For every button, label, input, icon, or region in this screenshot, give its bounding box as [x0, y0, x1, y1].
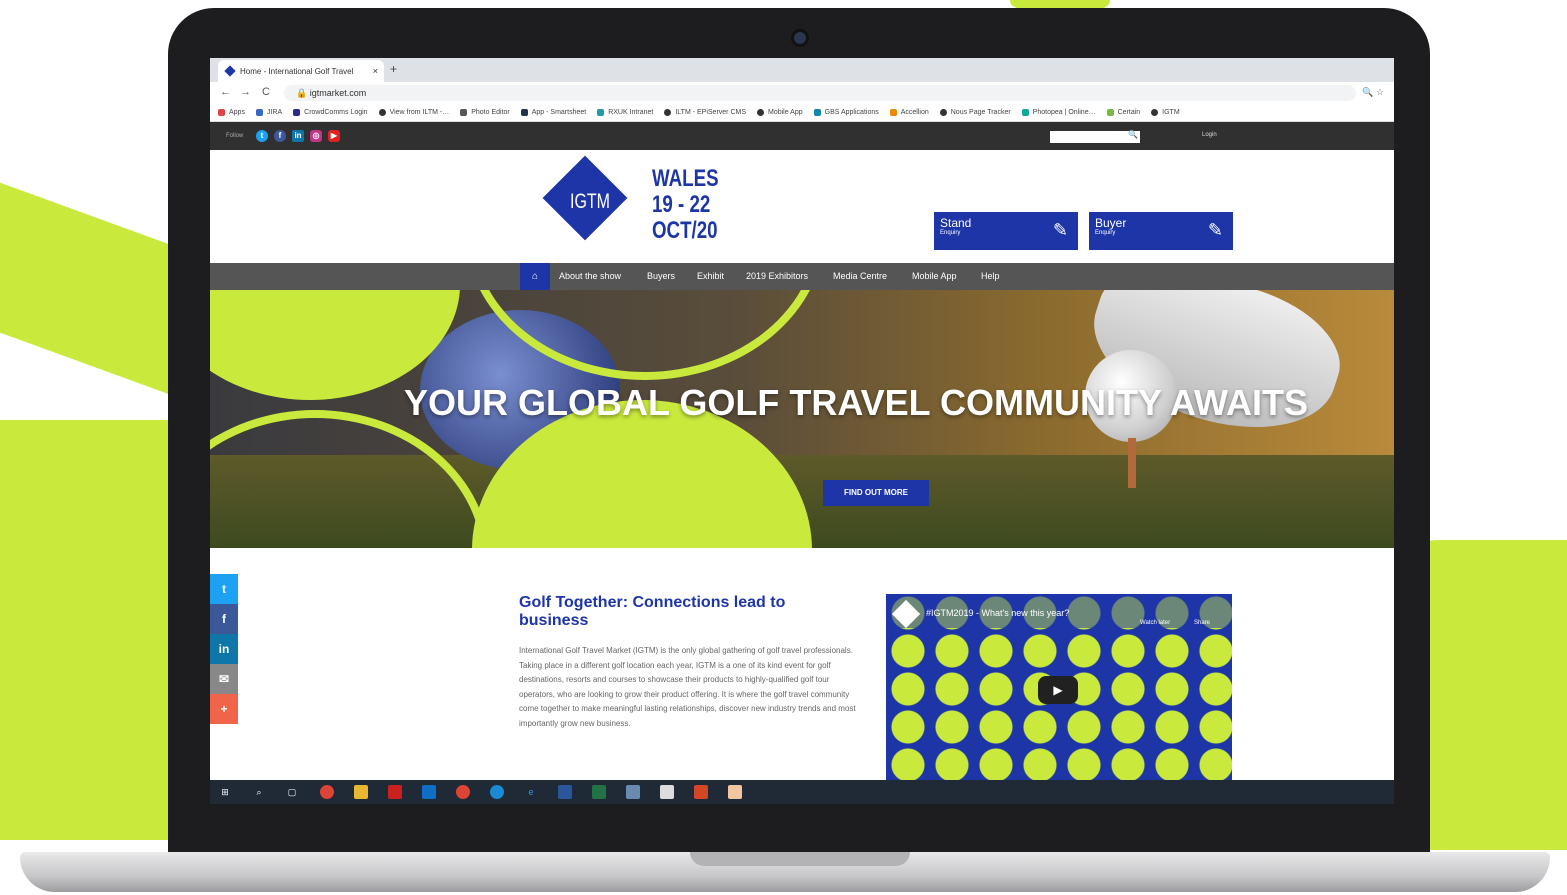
- nav-buyers[interactable]: Buyers: [647, 271, 675, 281]
- app-icon[interactable]: [728, 785, 742, 799]
- screen: Home - International Golf Travel × + ← →…: [210, 58, 1394, 804]
- nav-exhibit[interactable]: Exhibit: [697, 271, 724, 281]
- video-title[interactable]: #IGTM2019 - What's new this year?: [926, 608, 1069, 618]
- windows-taskbar: ⊞ ⌕ ▢ e: [210, 780, 1394, 804]
- facebook-icon[interactable]: f: [274, 130, 286, 142]
- bookmark-item[interactable]: IGTM: [1151, 109, 1180, 116]
- hero-headline: YOUR GLOBAL GOLF TRAVEL COMMUNITY AWAITS: [404, 382, 1309, 423]
- edit-icon: ✎: [1207, 220, 1223, 240]
- share-email-icon[interactable]: ✉: [210, 664, 238, 694]
- hero-banner: YOUR GLOBAL GOLF TRAVEL COMMUNITY AWAITS…: [210, 290, 1394, 548]
- bookmark-item[interactable]: Accellion: [889, 109, 929, 116]
- reload-button[interactable]: C: [262, 86, 270, 98]
- bookmark-item[interactable]: Mobile App: [757, 109, 803, 116]
- bookmark-item[interactable]: Certain: [1106, 109, 1140, 116]
- buyer-enquiry-button[interactable]: Buyer Enquiry ✎: [1089, 212, 1233, 250]
- search-icon[interactable]: 🔍: [1128, 130, 1138, 139]
- bookmark-item[interactable]: Photo Editor: [460, 109, 510, 116]
- site-search-input[interactable]: [1050, 131, 1140, 143]
- nav-mobile-app[interactable]: Mobile App: [912, 271, 957, 281]
- paint-icon[interactable]: [456, 785, 470, 799]
- nav-help[interactable]: Help: [981, 271, 1000, 281]
- bookmark-item[interactable]: Apps: [218, 109, 245, 116]
- share-sidebar: t f in ✉ +: [210, 574, 238, 724]
- main-nav: ⌂ About the show Buyers Exhibit 2019 Exh…: [210, 263, 1394, 290]
- nav-2019-exhibitors[interactable]: 2019 Exhibitors: [746, 271, 808, 281]
- back-button[interactable]: ←: [220, 86, 231, 98]
- edge-icon[interactable]: e: [524, 785, 538, 799]
- url-input[interactable]: 🔒 igtmarket.com: [284, 85, 1356, 101]
- stand-enquiry-button[interactable]: Stand Enquiry ✎: [934, 212, 1078, 250]
- instagram-icon[interactable]: ◎: [310, 130, 322, 142]
- youtube-icon[interactable]: ▶: [328, 130, 340, 142]
- notes-icon[interactable]: [626, 785, 640, 799]
- photos-icon[interactable]: [660, 785, 674, 799]
- bookmark-item[interactable]: Nous Page Tracker: [939, 109, 1011, 116]
- login-link[interactable]: Login: [1202, 132, 1217, 138]
- bookmark-item[interactable]: App - Smartsheet: [520, 109, 586, 116]
- search-icon[interactable]: ⌕: [252, 785, 266, 799]
- excel-icon[interactable]: [592, 785, 606, 799]
- article-title: Golf Together: Connections lead to busin…: [519, 594, 786, 629]
- bookmark-item[interactable]: JIRA: [255, 109, 282, 116]
- tab-title: Home - International Golf Travel: [240, 66, 354, 76]
- event-dates: WALES 19 - 22 OCT/20: [652, 165, 719, 244]
- background-shape-top: [1010, 0, 1110, 8]
- bookmarks-bar: Apps JIRA CrowdComms Login View from ILT…: [210, 104, 1394, 122]
- play-icon[interactable]: ▶: [1038, 676, 1078, 704]
- powerpoint-icon[interactable]: [694, 785, 708, 799]
- laptop-notch: [690, 852, 910, 866]
- golf-tee-image: [1128, 438, 1136, 488]
- browser-tab[interactable]: Home - International Golf Travel ×: [218, 60, 384, 82]
- follow-label: Follow: [226, 133, 244, 139]
- watch-later-button[interactable]: Watch later: [1140, 620, 1170, 626]
- bookmark-star-icon[interactable]: 🔍 ☆: [1362, 87, 1384, 98]
- site-topbar: Follow t f in ◎ ▶ 🔍 Login: [210, 122, 1394, 150]
- bookmark-item[interactable]: CrowdComms Login: [293, 109, 368, 116]
- word-icon[interactable]: [558, 785, 572, 799]
- video-player[interactable]: #IGTM2019 - What's new this year? Watch …: [886, 594, 1232, 780]
- skype-icon[interactable]: [490, 785, 504, 799]
- twitter-icon[interactable]: t: [256, 130, 268, 142]
- bookmark-item[interactable]: Photopea | Online…: [1021, 109, 1096, 116]
- share-facebook-icon[interactable]: f: [210, 604, 238, 634]
- share-linkedin-icon[interactable]: in: [210, 634, 238, 664]
- nav-about[interactable]: About the show: [559, 271, 621, 281]
- share-more-icon[interactable]: +: [210, 694, 238, 724]
- igtm-logo-text: IGTM: [570, 191, 610, 214]
- article-body: International Golf Travel Market (IGTM) …: [519, 646, 856, 728]
- share-video-button[interactable]: Share: [1194, 620, 1210, 626]
- url-text: igtmarket.com: [309, 88, 367, 98]
- windows-start-icon[interactable]: ⊞: [218, 785, 232, 799]
- new-tab-button[interactable]: +: [390, 62, 397, 76]
- acrobat-icon[interactable]: [388, 785, 402, 799]
- bookmark-item[interactable]: ILTM - EPiServer CMS: [664, 109, 746, 116]
- find-out-more-button[interactable]: FIND OUT MORE: [823, 480, 929, 506]
- tab-close-icon[interactable]: ×: [373, 66, 378, 76]
- linkedin-icon[interactable]: in: [292, 130, 304, 142]
- site-favicon-icon: [224, 65, 236, 77]
- task-view-icon[interactable]: ▢: [285, 785, 299, 799]
- bookmark-item[interactable]: View from ILTM -…: [378, 109, 449, 116]
- outlook-icon[interactable]: [422, 785, 436, 799]
- file-explorer-icon[interactable]: [354, 785, 368, 799]
- nav-media-centre[interactable]: Media Centre: [833, 271, 887, 281]
- home-icon[interactable]: ⌂: [520, 263, 550, 290]
- address-bar: ← → C 🔒 igtmarket.com 🔍 ☆: [210, 82, 1394, 104]
- ticket-icon: ✎: [1052, 220, 1068, 240]
- bookmark-item[interactable]: RXUK Intranet: [597, 109, 653, 116]
- bookmark-item[interactable]: GBS Applications: [813, 109, 879, 116]
- browser-tabbar: Home - International Golf Travel × +: [210, 58, 1394, 82]
- share-twitter-icon[interactable]: t: [210, 574, 238, 604]
- chrome-icon[interactable]: [320, 785, 334, 799]
- webcam: [794, 32, 806, 44]
- forward-button[interactable]: →: [240, 86, 251, 98]
